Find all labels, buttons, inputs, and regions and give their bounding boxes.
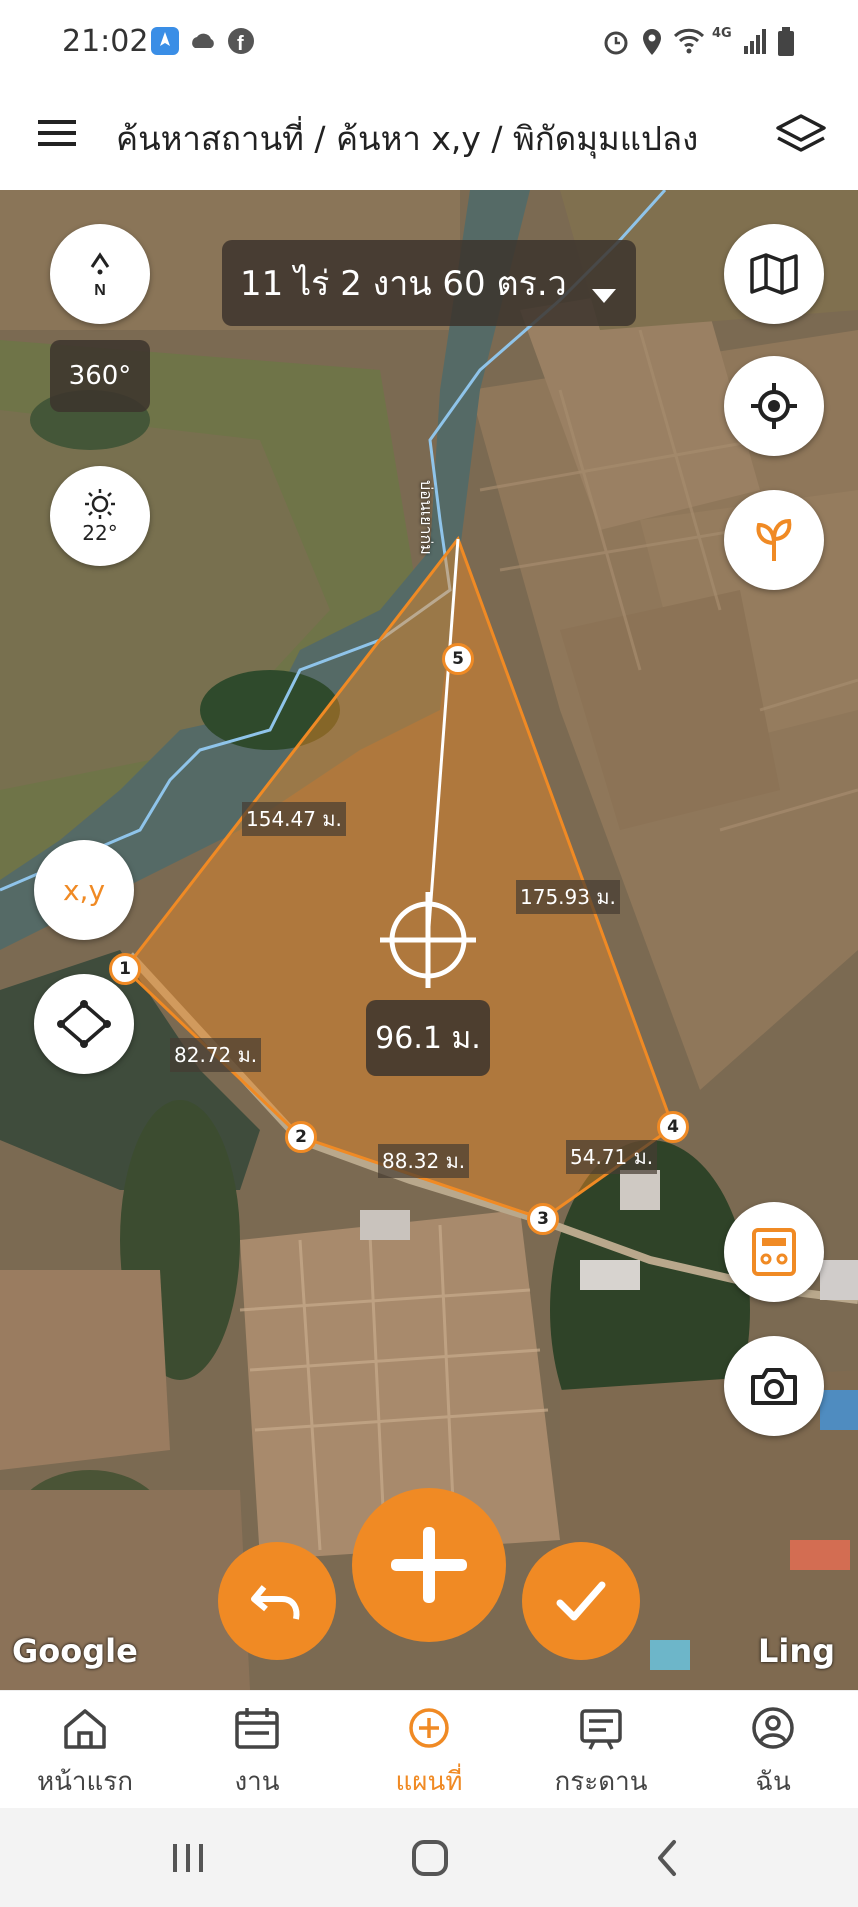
wifi-icon	[672, 26, 706, 60]
home-icon	[64, 1709, 106, 1749]
area-label: 11 ไร่ 2 งาน 60 ตร.ว	[240, 264, 567, 304]
nav-map[interactable]: แผนที่	[354, 1705, 504, 1802]
segment-length-label: 88.32 ม.	[378, 1144, 470, 1178]
nav-home[interactable]: หน้าแรก	[10, 1705, 160, 1802]
map-type-button[interactable]	[724, 224, 824, 324]
ling-watermark: Ling	[758, 1632, 836, 1670]
undo-button[interactable]	[218, 1542, 336, 1660]
network-type: 4G	[712, 26, 732, 41]
segment-length-label: 154.47 ม.	[242, 802, 346, 836]
add-point-button[interactable]	[352, 1488, 506, 1642]
system-navigation	[0, 1808, 858, 1907]
plus-icon	[391, 1527, 467, 1603]
sprout-icon	[756, 518, 792, 561]
facebook-icon: f	[226, 26, 256, 60]
recent-apps-icon[interactable]	[170, 1840, 206, 1880]
status-time: 21:02	[62, 24, 149, 59]
nav-label: หน้าแรก	[37, 1767, 133, 1797]
dropdown-arrow-icon	[590, 274, 618, 314]
calculator-button[interactable]	[724, 1202, 824, 1302]
profile-icon	[752, 1707, 794, 1749]
calendar-icon	[235, 1708, 279, 1749]
menu-icon[interactable]	[38, 116, 78, 154]
my-location-button[interactable]	[724, 356, 824, 456]
home-system-icon[interactable]	[410, 1838, 450, 1882]
svg-text:f: f	[237, 33, 244, 55]
sun-angle-value: 22°	[82, 521, 118, 545]
xy-button[interactable]: x,y	[34, 840, 134, 940]
svg-text:N: N	[94, 282, 106, 299]
cloud-icon	[188, 26, 218, 60]
segment-length-label: 82.72 ม.	[170, 1038, 262, 1072]
nav-board[interactable]: กระดาน	[526, 1705, 676, 1802]
center-distance-label: 96.1 ม.	[366, 1000, 490, 1076]
plant-button[interactable]	[724, 490, 824, 590]
segment-length-label: 175.93 ม.	[516, 880, 620, 914]
google-watermark: Google	[12, 1632, 138, 1670]
signal-icon	[742, 26, 768, 60]
nav-label: กระดาน	[554, 1767, 648, 1797]
undo-icon	[251, 1585, 300, 1620]
vertex-marker[interactable]: 3	[527, 1203, 559, 1235]
page-title[interactable]: ค้นหาสถานที่ / ค้นหา x,y / พิกัดมุมแปลง	[116, 112, 698, 165]
road-label: บ่อนเยาก่ม	[417, 480, 436, 555]
location-icon	[638, 26, 666, 62]
back-icon[interactable]	[652, 1838, 682, 1882]
layers-icon[interactable]	[774, 110, 828, 162]
nav-label: แผนที่	[395, 1767, 463, 1797]
bottom-navigation: หน้าแรก งาน แผนที่ กระดาน ฉัน	[0, 1690, 858, 1809]
nav-label: ฉัน	[755, 1767, 791, 1797]
app-notification-icon	[150, 26, 180, 60]
app-header: ค้นหาสถานที่ / ค้นหา x,y / พิกัดมุมแปลง	[0, 86, 858, 190]
confirm-button[interactable]	[522, 1542, 640, 1660]
edit-shape-button[interactable]	[34, 974, 134, 1074]
board-icon	[580, 1709, 622, 1750]
target-icon	[751, 383, 797, 429]
status-bar: 21:02 f 4G	[0, 0, 858, 86]
vertex-marker[interactable]: 2	[285, 1121, 317, 1153]
vertex-marker[interactable]: 5	[442, 643, 474, 675]
alarm-icon	[600, 26, 632, 62]
segment-length-label: 54.71 ม.	[566, 1140, 658, 1174]
compass-icon: N	[90, 252, 110, 299]
xy-label: x,y	[62, 873, 106, 907]
sun-angle-button[interactable]: 22°	[50, 466, 150, 566]
polygon-edit-icon	[57, 1000, 111, 1048]
check-icon	[556, 1581, 606, 1621]
vertex-marker[interactable]: 4	[657, 1111, 689, 1143]
vertex-marker[interactable]: 1	[109, 953, 141, 985]
camera-button[interactable]	[724, 1336, 824, 1436]
battery-icon	[776, 26, 796, 62]
map-view[interactable]: บ่อนเยาก่ม N 360° 22° 11 ไร่ 2 งาน 60 ตร…	[0, 190, 858, 1690]
camera-icon	[751, 1368, 797, 1405]
compass-button[interactable]: N	[50, 224, 150, 324]
area-dropdown[interactable]: 11 ไร่ 2 งาน 60 ตร.ว	[222, 240, 636, 326]
nav-label: งาน	[234, 1767, 280, 1797]
map-icon	[750, 253, 798, 295]
nav-profile[interactable]: ฉัน	[698, 1705, 848, 1802]
calculator-icon	[752, 1228, 796, 1276]
add-circle-icon	[409, 1708, 449, 1748]
nav-tasks[interactable]: งาน	[182, 1705, 332, 1802]
sun-icon	[85, 489, 115, 519]
rotation-badge[interactable]: 360°	[50, 340, 150, 412]
